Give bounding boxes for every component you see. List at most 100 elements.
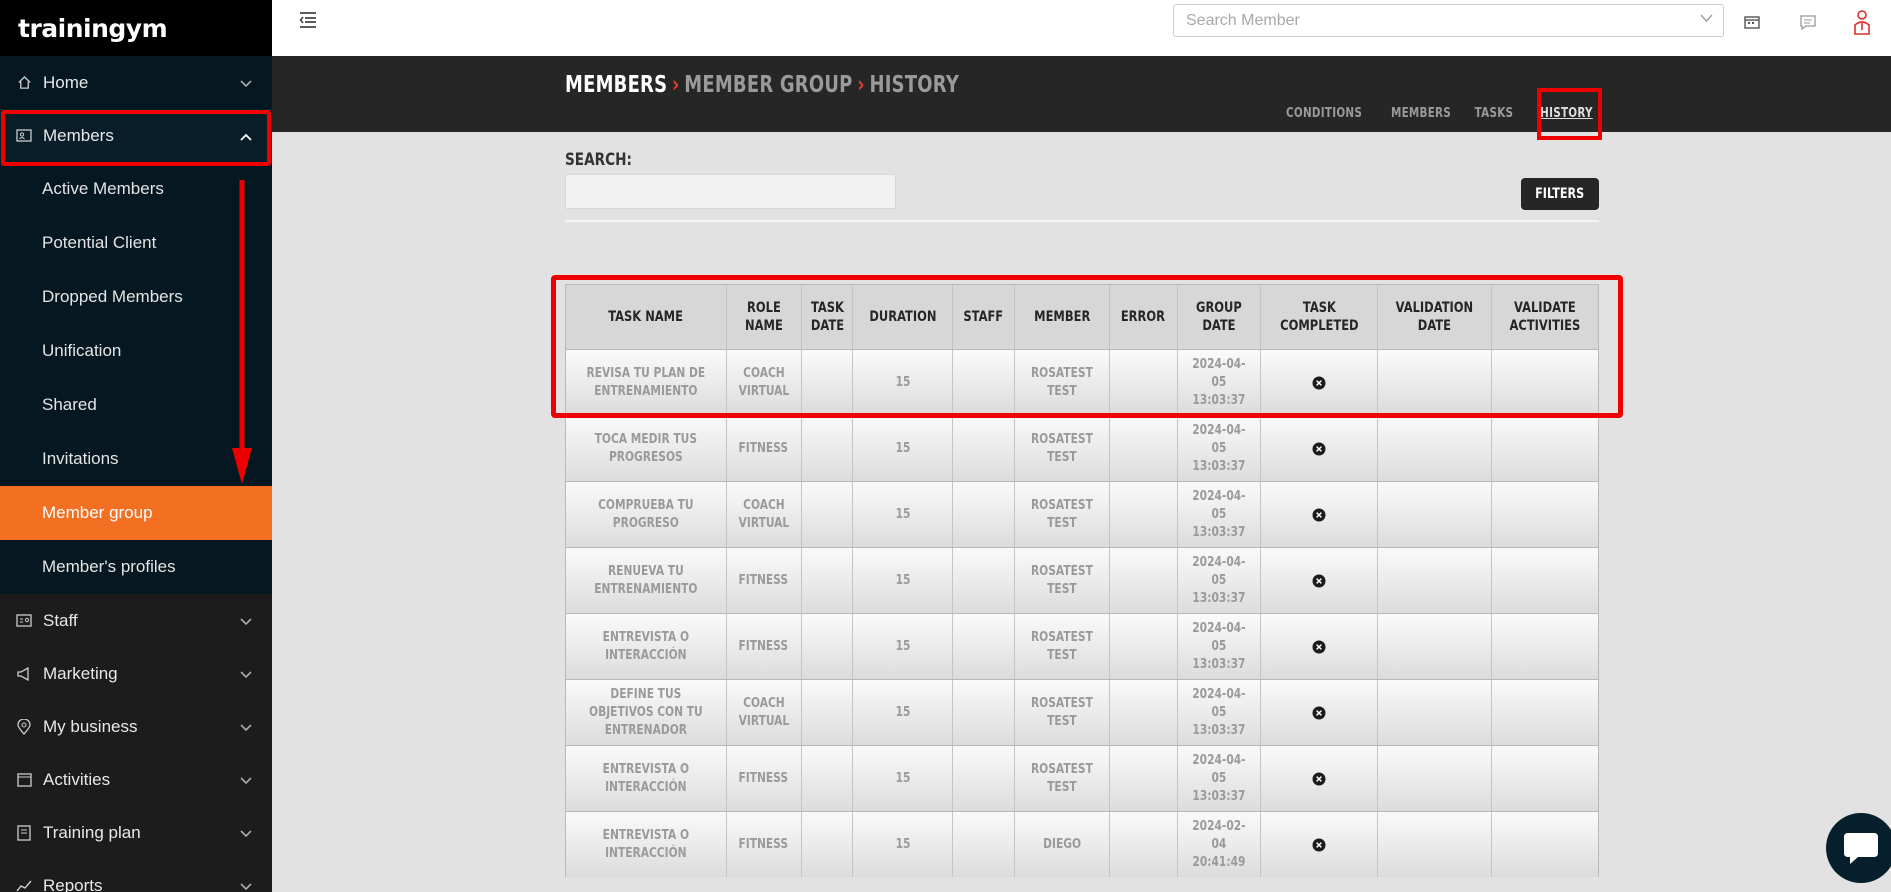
cell-text: COMPRUEBA TU PROGRESO: [598, 497, 694, 531]
breadcrumb-member-group[interactable]: MEMBER GROUP: [684, 72, 852, 98]
breadcrumb-members[interactable]: MEMBERS: [565, 72, 667, 98]
cell-group-date: 2024-04-05 13:03:37: [1178, 614, 1261, 679]
cell-error: [1110, 548, 1178, 613]
cell-text: 15: [895, 638, 911, 654]
cell-duration: 15: [853, 746, 954, 811]
cell-task-date: [802, 416, 854, 481]
cell-task-name: RENUEVA TU ENTRENAMIENTO: [566, 548, 727, 613]
table-row[interactable]: ENTREVISTA O INTERACCIÓN FITNESS 15 ROSATES…: [565, 745, 1599, 811]
cell-text: ENTREVISTA O INTERACCIÓN: [602, 827, 690, 861]
not-completed-x-icon: [1312, 706, 1326, 719]
table-row[interactable]: RENUEVA TU ENTRENAMIENTO FITNESS 15 ROSATES…: [565, 547, 1599, 613]
cell-text: 2024-04-05 13:03:37: [1192, 488, 1246, 540]
sidebar-item-reports[interactable]: Reports: [0, 859, 272, 892]
sidebar-item-label: Marketing: [43, 663, 118, 683]
cell-staff: [953, 548, 1016, 613]
sidebar-subitem-member-s-profiles[interactable]: Member's profiles: [0, 540, 272, 594]
logo-text: trainingym: [18, 13, 168, 43]
cell-member: ROSATEST TEST: [1015, 614, 1110, 679]
not-completed-x-icon: [1312, 772, 1326, 785]
cell-validation-date: [1378, 548, 1493, 613]
table-row[interactable]: TOCA MEDIR TUS PROGRESOS FITNESS 15 ROSATES…: [565, 415, 1599, 481]
sidebar-item-home[interactable]: Home: [0, 56, 272, 109]
cell-role-name: FITNESS: [727, 614, 802, 679]
chevron-down-icon: [240, 611, 252, 631]
cell-text: DEFINE TUS OBJETIVOS CON TU ENTRENADOR: [589, 686, 703, 738]
cell-group-date: 2024-04-05 13:03:37: [1178, 416, 1261, 481]
tab-conditions[interactable]: CONDITIONS: [1286, 106, 1362, 121]
staff-card-icon: [16, 613, 32, 629]
search-input[interactable]: [565, 174, 896, 209]
tab-members[interactable]: MEMBERS: [1391, 106, 1451, 121]
sidebar-subitem-member-group[interactable]: Member group: [0, 486, 272, 540]
cell-text: ROSATEST TEST: [1031, 431, 1093, 465]
breadcrumb-separator-icon: ›: [857, 72, 865, 98]
cell-text: 2024-04-05 13:03:37: [1192, 686, 1246, 738]
cell-group-date: 2024-04-05 13:03:37: [1178, 548, 1261, 613]
table-row[interactable]: ENTREVISTA O INTERACCIÓN FITNESS 15 DIEGO 20…: [565, 811, 1599, 877]
cell-staff: [953, 812, 1016, 877]
cell-text: FITNESS: [738, 836, 789, 852]
cell-text: ENTREVISTA O INTERACCIÓN: [602, 629, 690, 663]
cell-text: ROSATEST TEST: [1031, 629, 1093, 663]
user-alert-icon[interactable]: [1852, 8, 1872, 36]
cell-role-name: FITNESS: [727, 416, 802, 481]
sidebar-item-activities[interactable]: Activities: [0, 753, 272, 806]
cell-text: FITNESS: [738, 770, 789, 786]
chat-widget-button[interactable]: [1826, 813, 1891, 883]
sidebar-item-label: My business: [43, 716, 138, 736]
breadcrumb: MEMBERS › MEMBER GROUP › HISTORY: [565, 72, 959, 98]
cell-duration: 15: [853, 548, 954, 613]
cell-text: 2024-04-05 13:03:37: [1192, 422, 1246, 474]
search-member-select[interactable]: [1173, 4, 1724, 37]
cell-text: FITNESS: [738, 572, 789, 588]
sidebar-item-training-plan[interactable]: Training plan: [0, 806, 272, 859]
search-label: SEARCH:: [565, 150, 632, 170]
chart-line-icon: [16, 878, 32, 892]
page-header: MEMBERS › MEMBER GROUP › HISTORY CONDITIONS …: [272, 56, 1891, 132]
cell-task-date: [802, 746, 854, 811]
cell-task-completed: [1261, 812, 1379, 877]
location-pin-icon: [16, 718, 32, 735]
cell-validate-activities: [1492, 416, 1598, 481]
cell-duration: 15: [853, 680, 954, 745]
cell-task-completed: [1261, 680, 1379, 745]
cell-duration: 15: [853, 482, 954, 547]
sidebar-item-label: Staff: [43, 610, 78, 630]
filters-button[interactable]: FILTERS: [1521, 178, 1599, 210]
cell-validate-activities: [1492, 614, 1598, 679]
cell-group-date: 2024-02-04 20:41:49: [1178, 812, 1261, 877]
cell-text: 15: [895, 506, 911, 522]
cell-task-name: DEFINE TUS OBJETIVOS CON TU ENTRENADOR: [566, 680, 727, 745]
sidebar-item-my-business[interactable]: My business: [0, 700, 272, 753]
cell-task-date: [802, 482, 854, 547]
cell-text: ROSATEST TEST: [1031, 497, 1093, 531]
cell-text: 2024-02-04 20:41:49: [1192, 818, 1246, 870]
cell-text: COACH VIRTUAL: [738, 695, 789, 729]
clipboard-icon: [16, 824, 32, 841]
breadcrumb-history: HISTORY: [869, 72, 960, 98]
trainingym-logo[interactable]: trainingym: [0, 0, 272, 56]
cell-validation-date: [1378, 482, 1493, 547]
calendar-icon[interactable]: [1742, 12, 1762, 32]
chat-icon[interactable]: [1798, 12, 1818, 32]
search-member-input[interactable]: [1174, 5, 1674, 36]
sidebar-item-staff[interactable]: Staff: [0, 594, 272, 647]
cell-duration: 15: [853, 416, 954, 481]
breadcrumb-separator-icon: ›: [671, 72, 680, 98]
cell-staff: [953, 680, 1016, 745]
sidebar-item-marketing[interactable]: Marketing: [0, 647, 272, 700]
table-row[interactable]: ENTREVISTA O INTERACCIÓN FITNESS 15 ROSATES…: [565, 613, 1599, 679]
cell-validate-activities: [1492, 746, 1598, 811]
cell-task-completed: [1261, 746, 1379, 811]
cell-role-name: COACH VIRTUAL: [727, 482, 802, 547]
cell-member: ROSATEST TEST: [1015, 482, 1110, 547]
cell-task-name: COMPRUEBA TU PROGRESO: [566, 482, 727, 547]
chevron-down-icon: [240, 664, 252, 684]
cell-role-name: FITNESS: [727, 548, 802, 613]
table-row[interactable]: COMPRUEBA TU PROGRESO COACH VIRTUAL 15 ROSA…: [565, 481, 1599, 547]
tab-tasks[interactable]: TASKS: [1475, 106, 1514, 121]
table-row[interactable]: DEFINE TUS OBJETIVOS CON TU ENTRENADOR CO…: [565, 679, 1599, 745]
cell-task-date: [802, 548, 854, 613]
menu-collapse-icon[interactable]: [298, 10, 318, 30]
